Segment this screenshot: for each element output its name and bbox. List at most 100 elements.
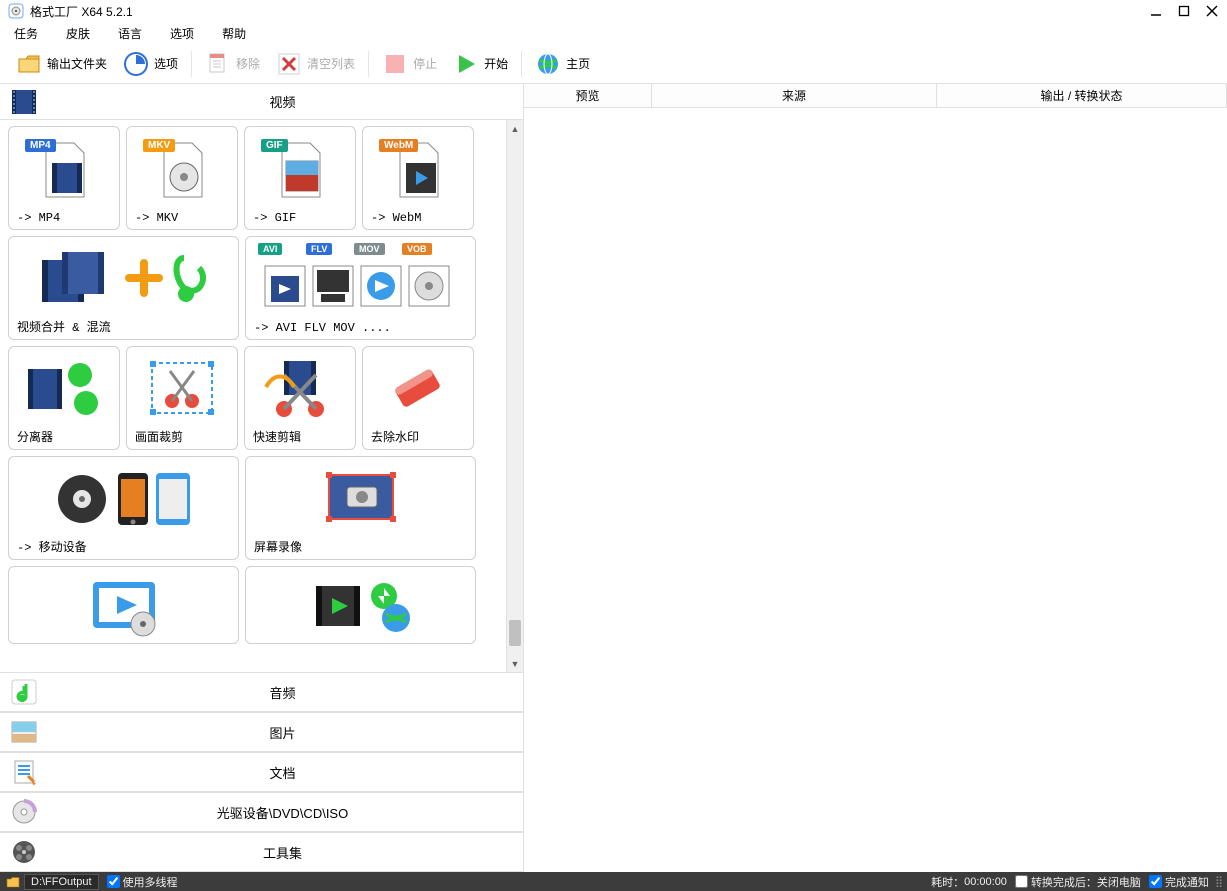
home-button[interactable]: 主页: [529, 48, 596, 80]
globe-icon: [535, 51, 561, 77]
tile-label: 屏幕录像: [254, 538, 467, 555]
task-list-panel: 预览 来源 输出 / 转换状态: [524, 84, 1227, 872]
mp4-icon: MP4: [17, 133, 111, 207]
mkv-badge: MKV: [143, 139, 175, 152]
tile-video-merge[interactable]: 视频合并 & 混流: [8, 236, 239, 340]
mp4-badge: MP4: [25, 139, 56, 152]
options-icon: [123, 51, 149, 77]
quick-cut-icon: [253, 353, 347, 424]
tile-label: 去除水印: [371, 428, 465, 445]
stop-label: 停止: [413, 55, 437, 72]
menu-help[interactable]: 帮助: [216, 23, 252, 44]
tile-to-mp4[interactable]: MP4 -> MP4: [8, 126, 120, 230]
screen-record-icon: [254, 463, 467, 534]
elapsed-value: 00:00:00: [964, 876, 1007, 888]
col-source[interactable]: 来源: [652, 84, 937, 107]
separator: [191, 51, 192, 77]
gif-icon: GIF: [253, 133, 347, 207]
avi-badge: AVI: [258, 243, 282, 255]
category-video[interactable]: 视频: [0, 84, 523, 120]
tile-video-player[interactable]: [8, 566, 239, 644]
scroll-thumb[interactable]: [509, 620, 521, 646]
folder-small-icon[interactable]: [6, 875, 20, 889]
menu-task[interactable]: 任务: [8, 23, 44, 44]
multithread-label: 使用多线程: [123, 874, 178, 890]
notify-checkbox[interactable]: [1149, 875, 1162, 888]
menu-bar: 任务 皮肤 语言 选项 帮助: [0, 22, 1227, 44]
splitter-icon: [17, 353, 111, 424]
tile-label: -> WebM: [371, 211, 465, 225]
scroll-up-arrow[interactable]: ▲: [507, 120, 523, 137]
col-preview[interactable]: 预览: [524, 84, 652, 107]
tile-splitter[interactable]: 分离器: [8, 346, 120, 450]
scroll-down-arrow[interactable]: ▼: [507, 655, 523, 672]
shutdown-label: 转换完成后：关闭电脑: [1031, 874, 1141, 890]
eraser-icon: [371, 353, 465, 424]
document-icon: [6, 754, 42, 790]
image-icon: [6, 714, 42, 750]
folder-icon: [16, 51, 42, 77]
vertical-scrollbar[interactable]: ▲ ▼: [506, 120, 523, 672]
clear-icon: [276, 51, 302, 77]
music-note-icon: [6, 674, 42, 710]
tile-crop[interactable]: 画面裁剪: [126, 346, 238, 450]
menu-language[interactable]: 语言: [112, 23, 148, 44]
maximize-button[interactable]: [1177, 4, 1191, 18]
category-image[interactable]: 图片: [0, 712, 523, 752]
category-document[interactable]: 文档: [0, 752, 523, 792]
start-label: 开始: [484, 55, 508, 72]
multithread-checkbox[interactable]: [107, 875, 120, 888]
separator: [368, 51, 369, 77]
options-button[interactable]: 选项: [117, 48, 184, 80]
remove-icon: [205, 51, 231, 77]
tile-label: -> MKV: [135, 211, 229, 225]
tile-quick-cut[interactable]: 快速剪辑: [244, 346, 356, 450]
tile-label: -> AVI FLV MOV ....: [254, 321, 467, 335]
mov-badge: MOV: [354, 243, 385, 255]
stop-button[interactable]: 停止: [376, 48, 443, 80]
tile-label: -> MP4: [17, 211, 111, 225]
tile-label: -> GIF: [253, 211, 347, 225]
category-audio[interactable]: 音频: [0, 672, 523, 712]
output-folder-button[interactable]: 输出文件夹: [10, 48, 113, 80]
application-icon: [8, 3, 24, 19]
output-folder-label: 输出文件夹: [47, 55, 107, 72]
toolbar: 输出文件夹 选项 移除 清空列表 停止 开始 主页: [0, 44, 1227, 84]
menu-options[interactable]: 选项: [164, 23, 200, 44]
tile-video-download[interactable]: [245, 566, 476, 644]
remove-button[interactable]: 移除: [199, 48, 266, 80]
start-button[interactable]: 开始: [447, 48, 514, 80]
tile-label: 快速剪辑: [253, 428, 347, 445]
clear-button[interactable]: 清空列表: [270, 48, 361, 80]
gear-film-icon: [6, 834, 42, 870]
options-label: 选项: [154, 55, 178, 72]
remove-label: 移除: [236, 55, 260, 72]
col-output[interactable]: 输出 / 转换状态: [937, 84, 1227, 107]
status-bar: D:\FFOutput 使用多线程 耗时： 00:00:00 转换完成后：关闭电…: [0, 872, 1227, 891]
webm-badge: WebM: [379, 139, 418, 152]
task-list-header: 预览 来源 输出 / 转换状态: [524, 84, 1227, 108]
merge-icon: [17, 243, 230, 314]
shutdown-checkbox[interactable]: [1015, 875, 1028, 888]
category-disc[interactable]: 光驱设备\DVD\CD\ISO: [0, 792, 523, 832]
tile-label: 画面裁剪: [135, 428, 229, 445]
vob-badge: VOB: [402, 243, 432, 255]
close-button[interactable]: [1205, 4, 1219, 18]
play-icon: [453, 51, 479, 77]
task-list-body[interactable]: [524, 108, 1227, 872]
output-path[interactable]: D:\FFOutput: [24, 874, 99, 890]
resize-grip[interactable]: ⣿: [1215, 875, 1221, 888]
tile-remove-watermark[interactable]: 去除水印: [362, 346, 474, 450]
tile-screen-record[interactable]: 屏幕录像: [245, 456, 476, 560]
minimize-button[interactable]: [1149, 4, 1163, 18]
download-icon: [254, 573, 467, 639]
window-title: 格式工厂 X64 5.2.1: [30, 3, 1149, 20]
tile-to-multi-format[interactable]: AVI FLV MOV VOB -> AVI FLV MOV ....: [245, 236, 476, 340]
menu-skin[interactable]: 皮肤: [60, 23, 96, 44]
tile-to-gif[interactable]: GIF -> GIF: [244, 126, 356, 230]
category-video-label: 视频: [42, 92, 523, 111]
tile-to-webm[interactable]: WebM -> WebM: [362, 126, 474, 230]
tile-to-mkv[interactable]: MKV -> MKV: [126, 126, 238, 230]
category-tools[interactable]: 工具集: [0, 832, 523, 872]
tile-to-mobile[interactable]: -> 移动设备: [8, 456, 239, 560]
